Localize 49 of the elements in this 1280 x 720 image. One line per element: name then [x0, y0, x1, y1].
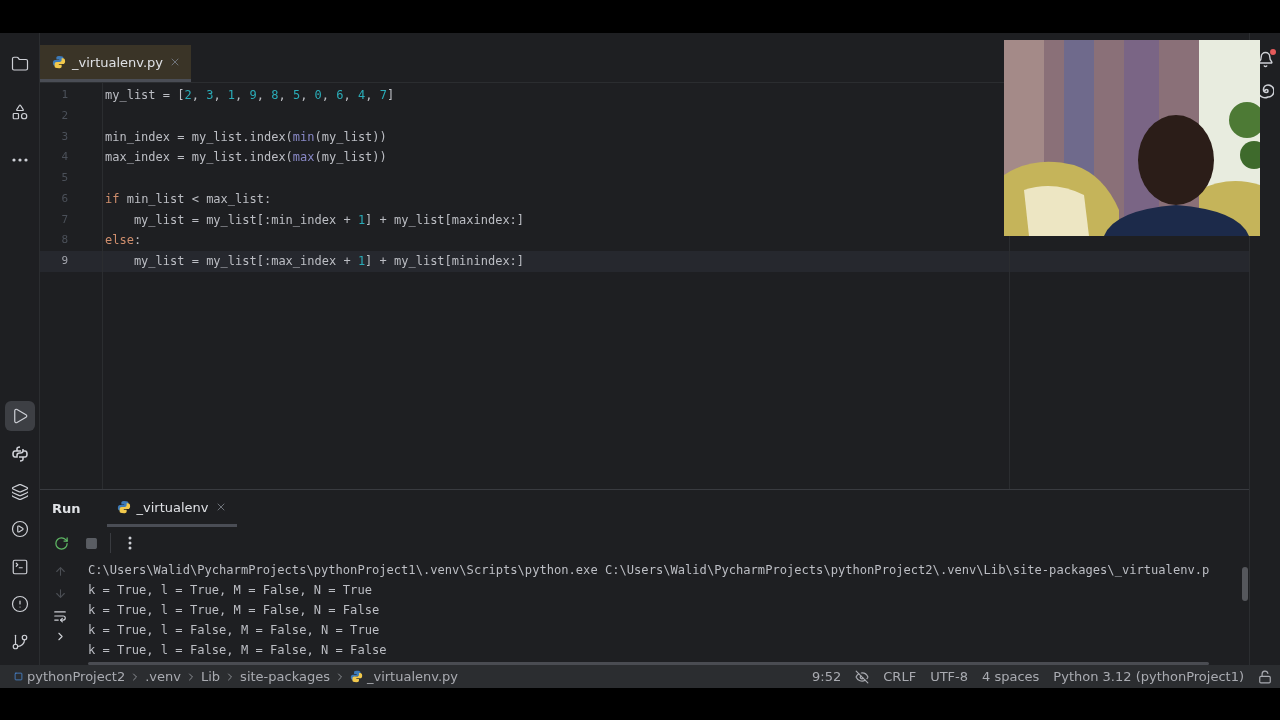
code-line: my_list = [2, 3, 1, 9, 8, 5, 0, 6, 4, 7]	[104, 87, 396, 104]
problems-icon	[10, 595, 29, 614]
tab-label: _virtualenv.py	[72, 54, 164, 70]
horizontal-scrollbar[interactable]	[88, 662, 1209, 665]
code-line: if min_list < max_list:	[104, 190, 273, 208]
run-panel-title: Run	[52, 501, 81, 516]
breadcrumb-item[interactable]: site-packages	[240, 669, 330, 684]
breadcrumb-item[interactable]: pythonProject2	[27, 669, 126, 684]
status-item[interactable]: 9:52	[812, 669, 842, 684]
code-line: min_index = my_list.index(min(my_list))	[104, 128, 388, 146]
console-output-line: C:\Users\Walid\PycharmProjects\pythonProject1\.venv\Scripts\python.exe C:\Users\Walid\PycharmProjects\pythonProject2\.venv\Lib\site-packages\_virtualenv.p	[88, 562, 1210, 579]
python-icon	[349, 670, 363, 683]
console-output-line: k = True, l = True, M = False, N = True	[88, 582, 372, 599]
more-icon	[11, 158, 28, 162]
services-icon	[10, 520, 29, 539]
more-vertical-icon	[128, 536, 132, 550]
structure-icon	[10, 103, 29, 121]
console-output-line: k = True, l = False, M = False, N = False	[88, 642, 387, 659]
code-line: else:	[104, 232, 143, 250]
python-icon	[116, 500, 131, 514]
tab-label: _virtualenv	[136, 499, 209, 515]
python-icon	[52, 55, 66, 69]
breadcrumb-item[interactable]: _virtualenv.py	[366, 669, 458, 684]
module-icon	[14, 672, 23, 681]
breadcrumb-item[interactable]: Lib	[201, 669, 221, 684]
console-output-line: k = True, l = False, M = False, N = True	[88, 622, 380, 639]
status-item[interactable]: UTF-8	[930, 669, 969, 684]
python-console-icon	[10, 445, 29, 464]
terminal-icon	[10, 557, 29, 576]
status-item[interactable]: 4 spaces	[982, 669, 1040, 684]
unlocked-icon[interactable]	[1258, 669, 1272, 684]
soft-wrap-icon[interactable]	[53, 609, 67, 623]
git-branch-icon	[10, 633, 29, 651]
status-item[interactable]: CRLF	[883, 669, 917, 684]
vertical-scrollbar[interactable]	[1242, 567, 1248, 601]
stop-icon	[84, 536, 98, 550]
code-line: my_list = my_list[:min_index + 1] + my_list[maxindex:]	[132, 211, 526, 229]
run-button[interactable]	[4, 401, 35, 432]
status-item[interactable]: Python 3.12 (pythonProject1)	[1053, 669, 1244, 684]
project-folder-icon	[10, 55, 29, 73]
console-output-line: k = True, l = True, M = False, N = False	[88, 602, 380, 619]
code-line: max_index = my_list.index(max(my_list))	[104, 149, 388, 167]
eye-off-icon[interactable]	[855, 669, 870, 684]
run-tab[interactable]: _virtualenv	[106, 490, 237, 527]
editor-tab[interactable]: _virtualenv.py	[40, 45, 192, 82]
layers-icon	[10, 482, 29, 501]
rerun-icon	[53, 535, 69, 551]
breadcrumb-item[interactable]: .venv	[145, 669, 181, 684]
line-number: 9	[40, 251, 102, 272]
